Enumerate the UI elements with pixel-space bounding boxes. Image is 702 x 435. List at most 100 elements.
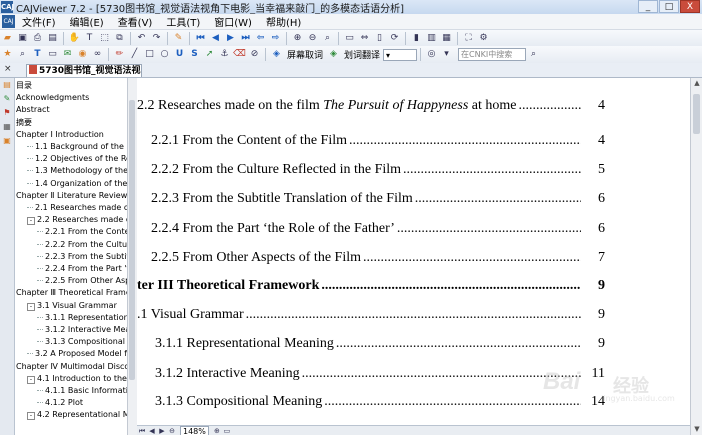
print-preview-icon[interactable]: ▤: [46, 32, 59, 45]
open-file-icon[interactable]: ▰: [1, 32, 14, 45]
toc-item[interactable]: 2.2.3 From the Subtitle Translation: [15, 251, 127, 263]
minimize-button[interactable]: _: [638, 0, 658, 13]
line-icon[interactable]: ╱: [128, 48, 141, 61]
toc-item[interactable]: -3.1 Visual Grammar: [15, 300, 127, 312]
scroll-up-icon[interactable]: ▲: [691, 78, 702, 89]
toc-item[interactable]: 3.1.3 Compositional Meaning: [15, 336, 127, 348]
cnki-icon[interactable]: ◎: [425, 48, 438, 61]
toc-item[interactable]: Chapter Ⅱ Literature Review: [15, 190, 127, 202]
status-prev-page-icon[interactable]: ◀: [147, 427, 157, 435]
pen-icon[interactable]: ✏: [113, 48, 126, 61]
toc-item[interactable]: 3.1.2 Interactive Meaning: [15, 324, 127, 336]
fullscreen-icon[interactable]: ⛶: [462, 32, 475, 45]
toc-item[interactable]: 1.2 Objectives of the Research: [15, 153, 127, 165]
menu-help[interactable]: 帮助(H): [259, 14, 308, 29]
toc-item[interactable]: 1.1 Background of the Research: [15, 141, 127, 153]
print-icon[interactable]: ⎙: [31, 32, 44, 45]
screen-word-icon[interactable]: ◈: [270, 48, 283, 61]
toc-collapse-icon[interactable]: -: [27, 412, 35, 421]
link-icon[interactable]: ∞: [91, 48, 104, 61]
toc-item[interactable]: Abstract: [15, 104, 127, 116]
translate-button[interactable]: 划词翻译: [344, 48, 380, 61]
rectangle-icon[interactable]: □: [143, 48, 156, 61]
fit-page-icon[interactable]: ▯: [373, 32, 386, 45]
back-icon[interactable]: ⇦: [254, 32, 267, 45]
toc-item[interactable]: Acknowledgments: [15, 92, 127, 104]
underline-icon[interactable]: U: [173, 48, 186, 61]
status-fit-icon[interactable]: ▭: [222, 427, 232, 435]
menu-tools[interactable]: 工具(T): [159, 14, 207, 29]
close-tab-icon[interactable]: ×: [4, 64, 12, 74]
stamp-icon[interactable]: ◉: [76, 48, 89, 61]
toc-item[interactable]: -4.1 Introduction to the Film: [15, 373, 127, 385]
toc-scrollbar-thumb[interactable]: [129, 100, 135, 380]
toc-item[interactable]: 3.2 A Proposed Model for the Study: [15, 348, 127, 360]
toc-item[interactable]: Chapter Ⅰ Introduction: [15, 129, 127, 141]
dropdown-icon[interactable]: ▾: [440, 48, 453, 61]
toc-collapse-icon[interactable]: -: [27, 217, 35, 226]
text-tool-icon[interactable]: T: [31, 48, 44, 61]
ellipse-icon[interactable]: ○: [158, 48, 171, 61]
toc-item[interactable]: 2.1 Researches made on the film: [15, 202, 127, 214]
strikethrough-icon[interactable]: S: [188, 48, 201, 61]
toc-scrollbar[interactable]: [127, 78, 137, 435]
toc-item[interactable]: 1.3 Methodology of the Research: [15, 165, 127, 177]
first-page-icon[interactable]: ⏮: [194, 32, 207, 45]
status-zoom-out-icon[interactable]: ⊖: [167, 427, 177, 435]
close-button[interactable]: X: [680, 0, 700, 13]
toc-item[interactable]: -2.2 Researches made on the film: [15, 214, 127, 226]
copy-icon[interactable]: ⧉: [113, 32, 126, 45]
menu-view[interactable]: 查看(V): [111, 14, 160, 29]
toc-collapse-icon[interactable]: -: [27, 375, 35, 384]
hand-tool-icon[interactable]: ✋: [68, 32, 81, 45]
cnki-search-input[interactable]: 在CNKI中搜索: [458, 48, 527, 61]
continuous-page-icon[interactable]: ▥: [425, 32, 438, 45]
scroll-down-icon[interactable]: ▼: [691, 424, 702, 435]
screen-word-button[interactable]: 屏幕取词: [287, 48, 323, 61]
bookmarks-panel-icon[interactable]: ⚑: [2, 108, 12, 118]
rotate-icon[interactable]: ⟳: [388, 32, 401, 45]
select-image-icon[interactable]: ⬚: [98, 32, 111, 45]
toc-item[interactable]: 4.1.2 Plot: [15, 397, 127, 409]
menu-edit[interactable]: 编辑(E): [63, 14, 111, 29]
translate-icon[interactable]: ◈: [327, 48, 340, 61]
toc-item[interactable]: 3.1.1 Representational Meaning: [15, 312, 127, 324]
toc-panel-icon[interactable]: ▤: [2, 80, 12, 90]
single-page-icon[interactable]: ▮: [410, 32, 423, 45]
anchor-icon[interactable]: ⚓: [218, 48, 231, 61]
prev-page-icon[interactable]: ◀: [209, 32, 222, 45]
document-scrollbar[interactable]: ▲ ▼: [690, 78, 702, 435]
zoom-out-icon[interactable]: ⊖: [306, 32, 319, 45]
toc-item[interactable]: 1.4 Organization of the Thesis: [15, 178, 127, 190]
toc-item[interactable]: Chapter Ⅳ Multimodal Discourse: [15, 361, 127, 373]
note-icon[interactable]: ✉: [61, 48, 74, 61]
eraser-icon[interactable]: ⌫: [233, 48, 246, 61]
text-box-icon[interactable]: ▭: [46, 48, 59, 61]
fit-width-icon[interactable]: ⇔: [358, 32, 371, 45]
facing-page-icon[interactable]: ▦: [440, 32, 453, 45]
toc-item[interactable]: 摘要: [15, 117, 127, 129]
toc-item[interactable]: 2.2.2 From the Culture Reflected: [15, 239, 127, 251]
next-page-icon[interactable]: ▶: [224, 32, 237, 45]
status-next-page-icon[interactable]: ▶: [157, 427, 167, 435]
language-select[interactable]: ▾: [383, 48, 418, 61]
toc-collapse-icon[interactable]: -: [27, 302, 35, 311]
thumbnails-panel-icon[interactable]: ▦: [2, 122, 12, 132]
forward-icon[interactable]: ⇨: [269, 32, 282, 45]
maximize-button[interactable]: □: [659, 0, 679, 13]
redo-icon[interactable]: ↷: [150, 32, 163, 45]
last-page-icon[interactable]: ⏭: [239, 32, 252, 45]
menu-file[interactable]: 文件(F): [15, 14, 63, 29]
highlight-icon[interactable]: ✎: [172, 32, 185, 45]
search-panel-icon[interactable]: ▣: [2, 136, 12, 146]
annotations-panel-icon[interactable]: ✎: [2, 94, 12, 104]
options-icon[interactable]: ⚙: [477, 32, 490, 45]
status-zoom-in-icon[interactable]: ⊕: [212, 427, 222, 435]
actual-size-icon[interactable]: ▭: [343, 32, 356, 45]
toc-item[interactable]: 2.2.4 From the Part 'the Role': [15, 263, 127, 275]
bookmark-icon[interactable]: ★: [1, 48, 14, 61]
toc-item[interactable]: -4.2 Representational Meaning: [15, 409, 127, 421]
toc-item[interactable]: 2.2.1 From the Content of the Film: [15, 226, 127, 238]
undo-icon[interactable]: ↶: [135, 32, 148, 45]
arrow-icon[interactable]: ➚: [203, 48, 216, 61]
